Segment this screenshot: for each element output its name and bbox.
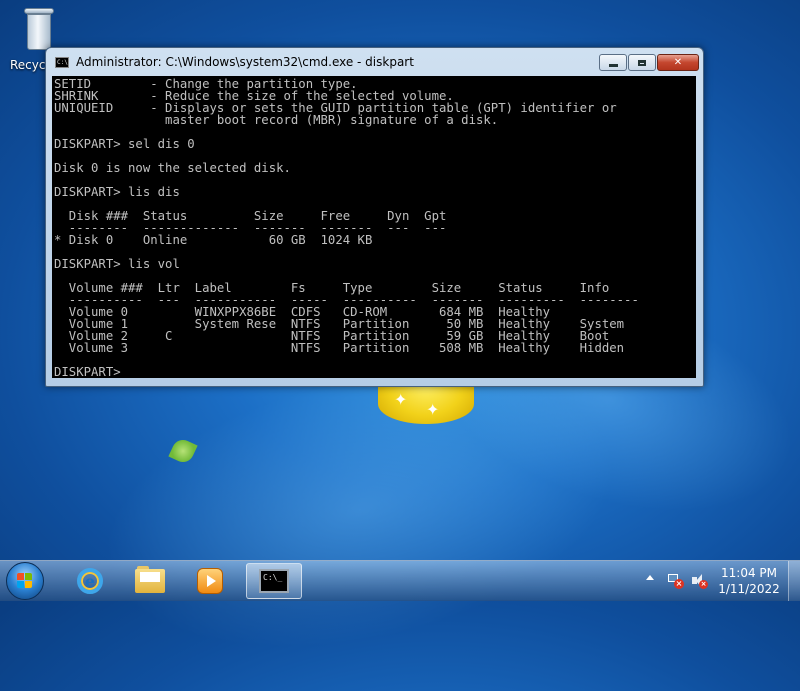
taskbar-command-prompt[interactable]: C:\_: [246, 563, 302, 599]
clock-date: 1/11/2022: [718, 582, 780, 596]
cmd-window[interactable]: C:\ Administrator: C:\Windows\system32\c…: [45, 47, 704, 387]
wallpaper-sparkle: ✦: [426, 400, 440, 419]
windows-logo-icon: [17, 573, 33, 589]
recycle-bin-icon: [24, 8, 54, 52]
taskbar-internet-explorer[interactable]: e: [62, 563, 118, 599]
console-line: DISKPART> lis dis: [54, 185, 180, 199]
console-line: DISKPART> lis vol: [54, 257, 180, 271]
taskbar: e C:\_ × × 11:04 PM 1/11/2022: [0, 560, 800, 601]
console-line: Disk 0 is now the selected disk.: [54, 161, 291, 175]
close-button[interactable]: ✕: [657, 54, 699, 71]
show-desktop-button[interactable]: [788, 561, 800, 601]
maximize-button[interactable]: [628, 54, 656, 71]
close-icon: ✕: [673, 57, 683, 68]
minimize-button[interactable]: [599, 54, 627, 71]
show-hidden-icons-icon[interactable]: [646, 575, 654, 580]
folder-icon: [135, 566, 165, 593]
cmd-icon: C:\_: [259, 569, 289, 593]
minimize-icon: [608, 64, 618, 67]
taskbar-windows-explorer[interactable]: [122, 563, 178, 599]
window-title: Administrator: C:\Windows\system32\cmd.e…: [76, 55, 414, 69]
volume-muted-icon[interactable]: ×: [692, 574, 708, 589]
start-button[interactable]: [6, 562, 44, 600]
maximize-icon: [638, 59, 646, 66]
console-line: DISKPART> sel dis 0: [54, 137, 195, 151]
wallpaper-sparkle: ✦: [394, 390, 408, 409]
clock-time: 11:04 PM: [721, 566, 777, 580]
ie-icon: e: [77, 568, 103, 594]
console-line: * Disk 0 Online 60 GB 1024 KB: [54, 233, 373, 247]
console-line: DISKPART>: [54, 365, 129, 378]
network-disconnected-icon[interactable]: ×: [668, 574, 684, 589]
system-tray: × × 11:04 PM 1/11/2022: [640, 561, 800, 601]
taskbar-media-player[interactable]: [182, 563, 238, 599]
cmd-icon[interactable]: C:\: [55, 57, 69, 68]
console-output[interactable]: SETID - Change the partition type. SHRIN…: [52, 76, 696, 378]
title-bar[interactable]: C:\ Administrator: C:\Windows\system32\c…: [46, 48, 703, 76]
console-line: master boot record (MBR) signature of a …: [54, 113, 499, 127]
console-text[interactable]: SETID - Change the partition type. SHRIN…: [52, 76, 696, 378]
clock[interactable]: 11:04 PM 1/11/2022: [712, 565, 786, 597]
console-line: Volume 3 NTFS Partition 508 MB Healthy H…: [54, 341, 625, 355]
media-player-icon: [197, 568, 223, 594]
